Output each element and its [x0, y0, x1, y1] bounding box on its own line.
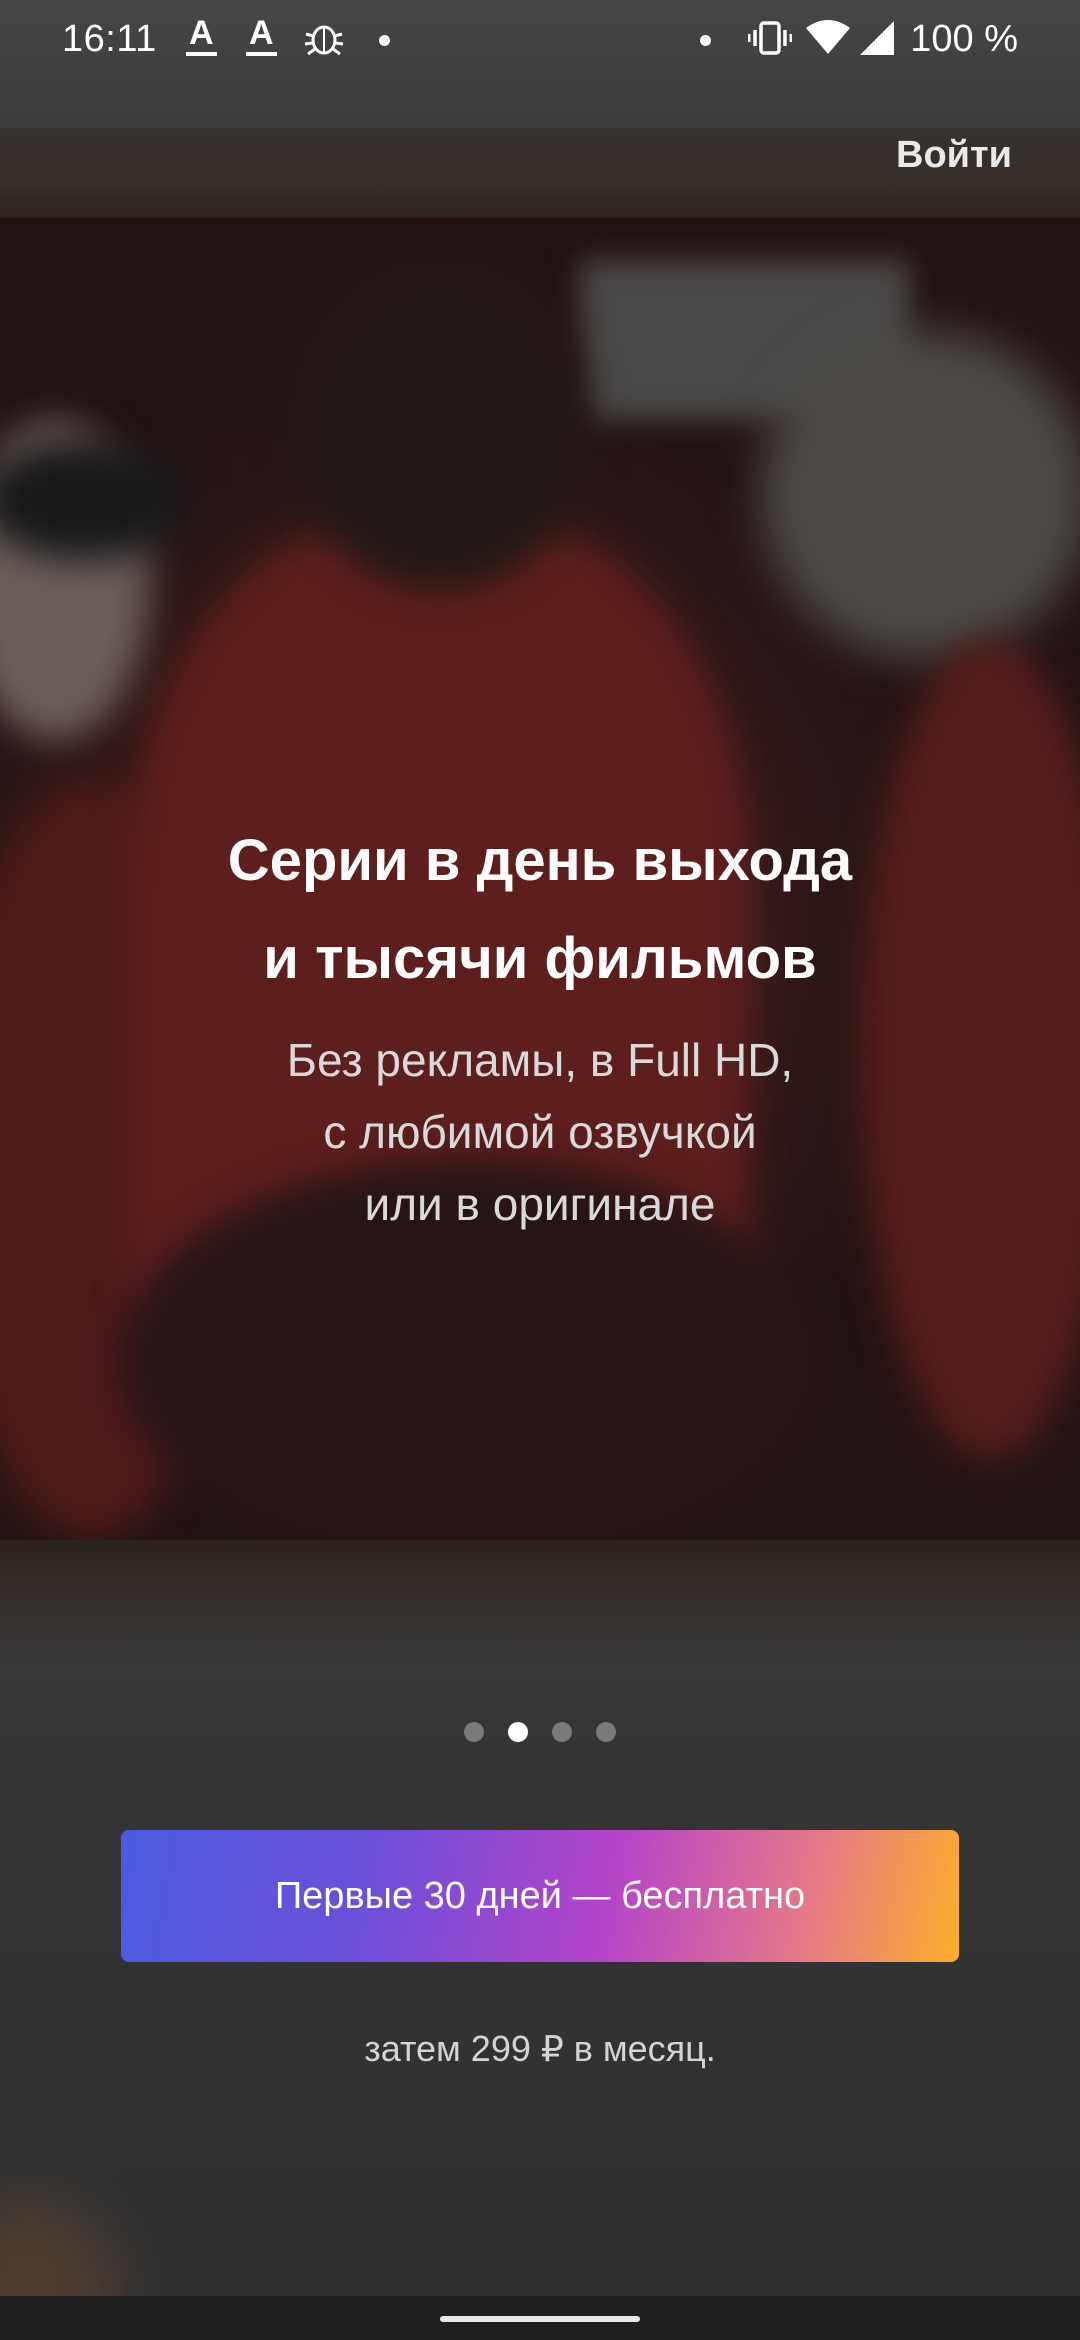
promo-headline: Серии в день выхода и тысячи фильмов [90, 812, 990, 1008]
free-trial-button[interactable]: Первые 30 дней — бесплатно [121, 1830, 959, 1962]
headline-line: Серии в день выхода [227, 828, 853, 893]
page-indicator [0, 1722, 1080, 1744]
vibrate-icon [748, 20, 792, 56]
wifi-icon [806, 20, 850, 56]
page-dot[interactable] [596, 1722, 616, 1742]
bug-icon [302, 18, 346, 58]
description-line: с любимой озвучкой [323, 1106, 757, 1158]
description-line: Без рекламы, в Full HD, [286, 1034, 794, 1086]
signal-icon [858, 20, 896, 56]
dot-icon [700, 35, 711, 46]
battery-percent: 100 % [910, 18, 1018, 60]
home-gesture-handle[interactable] [440, 2316, 640, 2322]
status-bar: 16:11 A A 100 % [0, 0, 1080, 84]
description-line: или в оригинале [364, 1178, 716, 1230]
screen: 16:11 A A 100 % Войти Серии в день выход… [0, 0, 1080, 2340]
dot-icon [379, 35, 390, 46]
headline-line: и тысячи фильмов [263, 926, 817, 991]
page-dot[interactable] [464, 1722, 484, 1742]
login-button[interactable]: Войти [896, 134, 1012, 177]
status-time: 16:11 [62, 18, 157, 60]
price-note: затем 299 ₽ в месяц. [364, 2028, 716, 2069]
page-dot[interactable] [552, 1722, 572, 1742]
notification-a-icon: A [186, 16, 217, 56]
promo-description: Без рекламы, в Full HD, с любимой озвучк… [90, 1024, 990, 1240]
page-dot-active[interactable] [508, 1722, 528, 1742]
notification-a-icon: A [246, 16, 277, 56]
